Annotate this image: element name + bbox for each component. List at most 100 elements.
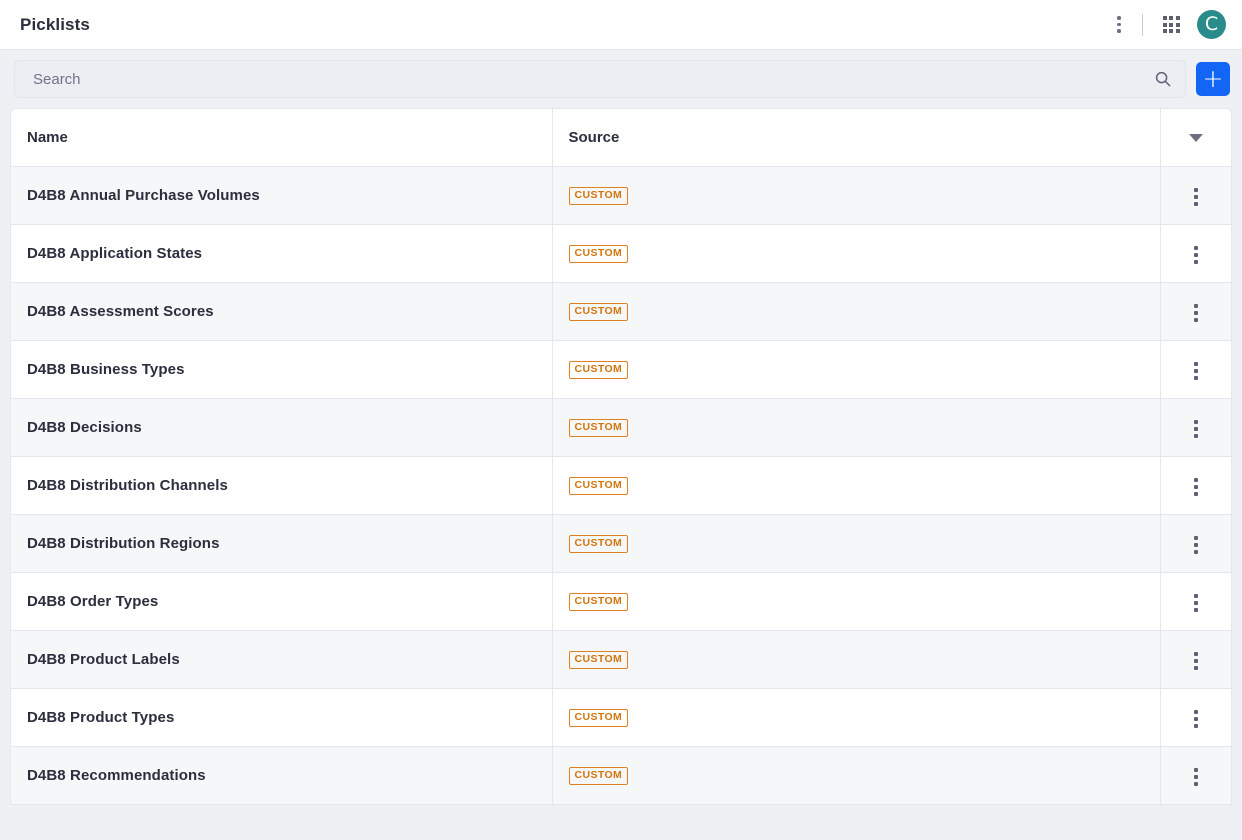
row-kebab-menu-icon[interactable] <box>1181 530 1211 560</box>
picklist-name-link[interactable]: D4B8 Recommendations <box>27 767 206 784</box>
status-badge: CUSTOM <box>568 477 629 495</box>
row-kebab-menu-icon[interactable] <box>1181 762 1211 792</box>
cell-source: CUSTOM <box>552 398 1161 457</box>
app-header: Picklists C <box>0 0 1242 50</box>
status-badge: CUSTOM <box>568 187 629 205</box>
table-row[interactable]: D4B8 Product Labels CUSTOM <box>11 630 1231 689</box>
status-badge: CUSTOM <box>568 361 629 379</box>
row-kebab-menu-icon[interactable] <box>1181 298 1211 328</box>
header-divider <box>1142 13 1143 36</box>
cell-source: CUSTOM <box>552 630 1161 689</box>
cell-source: CUSTOM <box>552 514 1161 573</box>
cell-actions <box>1160 746 1231 805</box>
search-input[interactable] <box>15 61 1185 97</box>
table-row[interactable]: D4B8 Distribution Regions CUSTOM <box>11 514 1231 573</box>
row-kebab-menu-icon[interactable] <box>1181 182 1211 212</box>
cell-actions <box>1160 398 1231 457</box>
cell-name: D4B8 Application States <box>11 224 553 283</box>
row-kebab-menu-icon[interactable] <box>1181 704 1211 734</box>
avatar[interactable]: C <box>1197 10 1226 39</box>
status-badge: CUSTOM <box>568 767 629 785</box>
picklists-table-card: Name Source D4B8 Annual Purchase Volumes… <box>10 108 1232 805</box>
cell-actions <box>1160 688 1231 747</box>
kebab-menu-icon <box>1117 16 1121 33</box>
cell-name: D4B8 Distribution Regions <box>11 514 553 573</box>
add-picklist-button[interactable]: + <box>1196 62 1230 96</box>
picklist-name-link[interactable]: D4B8 Product Types <box>27 709 174 726</box>
row-kebab-menu-icon[interactable] <box>1181 414 1211 444</box>
picklist-name-link[interactable]: D4B8 Decisions <box>27 419 142 436</box>
status-badge: CUSTOM <box>568 419 629 437</box>
table-row[interactable]: D4B8 Application States CUSTOM <box>11 224 1231 283</box>
cell-source: CUSTOM <box>552 746 1161 805</box>
status-badge: CUSTOM <box>568 593 629 611</box>
table-row[interactable]: D4B8 Product Types CUSTOM <box>11 688 1231 747</box>
cell-name: D4B8 Decisions <box>11 398 553 457</box>
cell-source: CUSTOM <box>552 166 1161 225</box>
cell-actions <box>1160 630 1231 689</box>
picklist-name-link[interactable]: D4B8 Application States <box>27 245 202 262</box>
apps-launcher-button[interactable] <box>1154 8 1188 42</box>
column-header-name[interactable]: Name <box>11 109 553 167</box>
table-row[interactable]: D4B8 Distribution Channels CUSTOM <box>11 456 1231 515</box>
cell-actions <box>1160 340 1231 399</box>
header-overflow-menu-button[interactable] <box>1102 8 1136 42</box>
status-badge: CUSTOM <box>568 303 629 321</box>
cell-source: CUSTOM <box>552 224 1161 283</box>
cell-name: D4B8 Order Types <box>11 572 553 631</box>
cell-source: CUSTOM <box>552 572 1161 631</box>
table-row[interactable]: D4B8 Order Types CUSTOM <box>11 572 1231 631</box>
cell-name: D4B8 Distribution Channels <box>11 456 553 515</box>
row-kebab-menu-icon[interactable] <box>1181 240 1211 270</box>
status-badge: CUSTOM <box>568 709 629 727</box>
cell-actions <box>1160 456 1231 515</box>
column-header-source[interactable]: Source <box>552 109 1161 167</box>
cell-actions <box>1160 224 1231 283</box>
cell-actions <box>1160 166 1231 225</box>
picklists-table: Name Source D4B8 Annual Purchase Volumes… <box>11 109 1231 805</box>
cell-name: D4B8 Recommendations <box>11 746 553 805</box>
cell-name: D4B8 Product Types <box>11 688 553 747</box>
table-row[interactable]: D4B8 Annual Purchase Volumes CUSTOM <box>11 166 1231 225</box>
row-kebab-menu-icon[interactable] <box>1181 472 1211 502</box>
cell-name: D4B8 Product Labels <box>11 630 553 689</box>
table-row[interactable]: D4B8 Decisions CUSTOM <box>11 398 1231 457</box>
picklist-name-link[interactable]: D4B8 Product Labels <box>27 651 180 668</box>
search-toolbar: + <box>0 50 1242 108</box>
picklist-name-link[interactable]: D4B8 Distribution Regions <box>27 535 220 552</box>
cell-actions <box>1160 282 1231 341</box>
row-kebab-menu-icon[interactable] <box>1181 588 1211 618</box>
cell-name: D4B8 Annual Purchase Volumes <box>11 166 553 225</box>
status-badge: CUSTOM <box>568 535 629 553</box>
table-row[interactable]: D4B8 Business Types CUSTOM <box>11 340 1231 399</box>
apps-grid-icon <box>1162 16 1180 33</box>
table-header-row: Name Source <box>11 109 1231 167</box>
plus-icon: + <box>1202 63 1224 93</box>
cell-name: D4B8 Business Types <box>11 340 553 399</box>
cell-source: CUSTOM <box>552 282 1161 341</box>
cell-source: CUSTOM <box>552 688 1161 747</box>
row-kebab-menu-icon[interactable] <box>1181 646 1211 676</box>
cell-source: CUSTOM <box>552 340 1161 399</box>
cell-name: D4B8 Assessment Scores <box>11 282 553 341</box>
cell-source: CUSTOM <box>552 456 1161 515</box>
picklist-name-link[interactable]: D4B8 Annual Purchase Volumes <box>27 187 260 204</box>
picklist-name-link[interactable]: D4B8 Order Types <box>27 593 158 610</box>
column-header-actions <box>1160 109 1231 167</box>
picklist-name-link[interactable]: D4B8 Business Types <box>27 361 185 378</box>
status-badge: CUSTOM <box>568 245 629 263</box>
status-badge: CUSTOM <box>568 651 629 669</box>
table-row[interactable]: D4B8 Assessment Scores CUSTOM <box>11 282 1231 341</box>
table-body: D4B8 Annual Purchase Volumes CUSTOM D4B8 A… <box>11 166 1231 805</box>
picklist-name-link[interactable]: D4B8 Distribution Channels <box>27 477 228 494</box>
table-header: Name Source <box>11 109 1231 167</box>
page-title: Picklists <box>20 14 90 34</box>
picklist-name-link[interactable]: D4B8 Assessment Scores <box>27 303 214 320</box>
chevron-down-icon[interactable] <box>1188 133 1203 142</box>
search-field-wrapper[interactable] <box>14 60 1186 98</box>
cell-actions <box>1160 514 1231 573</box>
header-actions: C <box>1102 8 1226 42</box>
cell-actions <box>1160 572 1231 631</box>
table-row[interactable]: D4B8 Recommendations CUSTOM <box>11 746 1231 805</box>
row-kebab-menu-icon[interactable] <box>1181 356 1211 386</box>
